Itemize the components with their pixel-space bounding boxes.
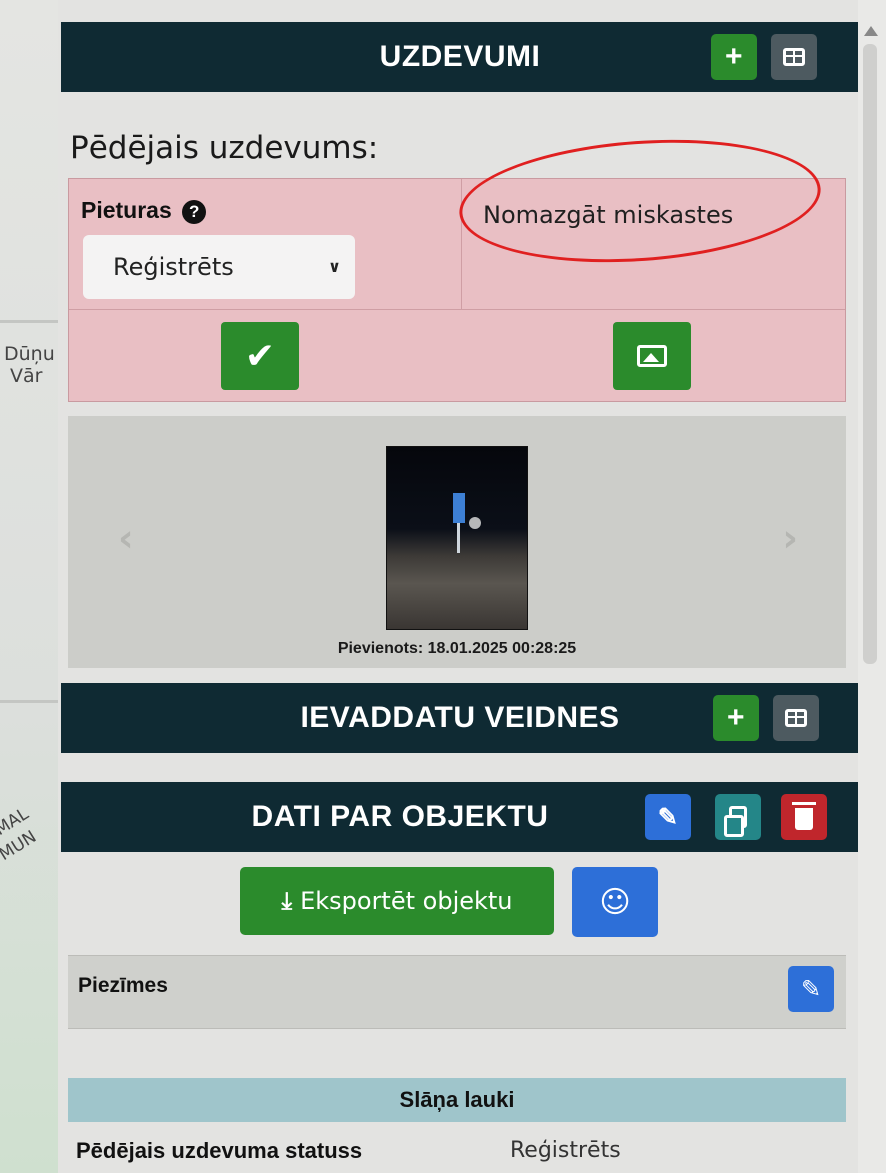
object-data-header: DATI PAR OBJEKTU ✎ — [61, 782, 859, 852]
last-task-label: Pēdējais uzdevums: — [70, 130, 379, 166]
photo-caption: Pievienots: 18.01.2025 00:28:25 — [337, 640, 577, 657]
notes-bar: Piezīmes ✎ — [68, 955, 846, 1029]
copy-icon — [724, 806, 747, 837]
edit-icon: ✎ — [657, 803, 679, 831]
task-photo[interactable] — [386, 446, 528, 630]
layer-fields-title: Slāņa lauki — [399, 1087, 515, 1112]
field-key: Pēdējais uzdevuma statuss — [76, 1138, 363, 1163]
add-template-button[interactable]: + — [713, 695, 759, 741]
photo-carousel: ‹ › Pievienots: 18.01.2025 00:28:25 — [68, 416, 846, 668]
waze-icon: ☺ — [599, 884, 631, 920]
sign-pole — [457, 523, 460, 553]
question-circle-icon[interactable]: ? — [182, 199, 207, 224]
side-panel: UZDEVUMI + Pēdējais uzdevums: Pieturas ?… — [58, 0, 859, 1173]
map-label: Dūņu — [4, 343, 55, 365]
plus-icon: + — [726, 701, 746, 734]
map-label: Vār — [10, 365, 43, 387]
complete-task-button[interactable]: ✔ — [221, 322, 299, 390]
copy-object-button[interactable] — [715, 794, 761, 840]
field-value: Reģistrēts — [510, 1138, 621, 1163]
notes-label: Piezīmes — [78, 974, 168, 997]
edit-notes-button[interactable]: ✎ — [788, 966, 834, 1012]
export-object-button[interactable]: ⤓ Eksportēt objektu — [240, 867, 554, 935]
check-icon: ✔ — [244, 335, 276, 377]
task-photo-button[interactable] — [613, 322, 691, 390]
layer-field-row: Pēdējais uzdevuma statuss Reģistrēts — [76, 1138, 846, 1164]
add-task-button[interactable]: + — [711, 34, 757, 80]
carousel-prev-button[interactable]: ‹ — [118, 516, 134, 560]
stop-label-text: Pieturas — [81, 197, 172, 223]
export-label: Eksportēt objektu — [300, 887, 513, 915]
map-road — [0, 700, 60, 703]
edit-object-button[interactable]: ✎ — [645, 794, 691, 840]
table-icon — [783, 48, 805, 66]
map-background[interactable]: Dūņu Vār MAL MUN — [0, 0, 60, 1173]
scrollbar[interactable] — [858, 0, 886, 1173]
edit-icon: ✎ — [800, 975, 822, 1003]
table-icon — [785, 709, 807, 727]
chevron-down-icon: ∨ — [328, 257, 341, 276]
layer-fields-header: Slāņa lauki — [68, 1078, 846, 1122]
input-templates-header: IEVADDATU VEIDNES + — [61, 683, 859, 753]
map-road — [0, 320, 60, 323]
status-select[interactable]: Reģistrēts ∨ — [83, 235, 355, 299]
stop-label: Pieturas ? — [81, 197, 207, 224]
divider — [461, 179, 462, 309]
trash-icon — [792, 802, 816, 830]
light-glow — [469, 517, 481, 529]
delete-object-button[interactable] — [781, 794, 827, 840]
tasks-table-button[interactable] — [771, 34, 817, 80]
status-select-value: Reģistrēts — [113, 253, 234, 281]
image-icon — [637, 345, 667, 367]
plus-icon: + — [724, 40, 744, 73]
tasks-header: UZDEVUMI + — [61, 22, 859, 92]
scroll-thumb[interactable] — [863, 44, 877, 664]
bus-stop-sign — [453, 493, 465, 523]
waze-button[interactable]: ☺ — [572, 867, 658, 937]
last-task-card: Pieturas ? Reģistrēts ∨ Nomazgāt miskast… — [68, 128, 846, 402]
carousel-next-button[interactable]: › — [782, 516, 798, 560]
divider — [69, 309, 845, 310]
red-annotation-ellipse — [455, 128, 825, 274]
templates-table-button[interactable] — [773, 695, 819, 741]
download-icon: ⤓ — [281, 887, 293, 915]
scroll-up-arrow[interactable] — [864, 26, 878, 36]
